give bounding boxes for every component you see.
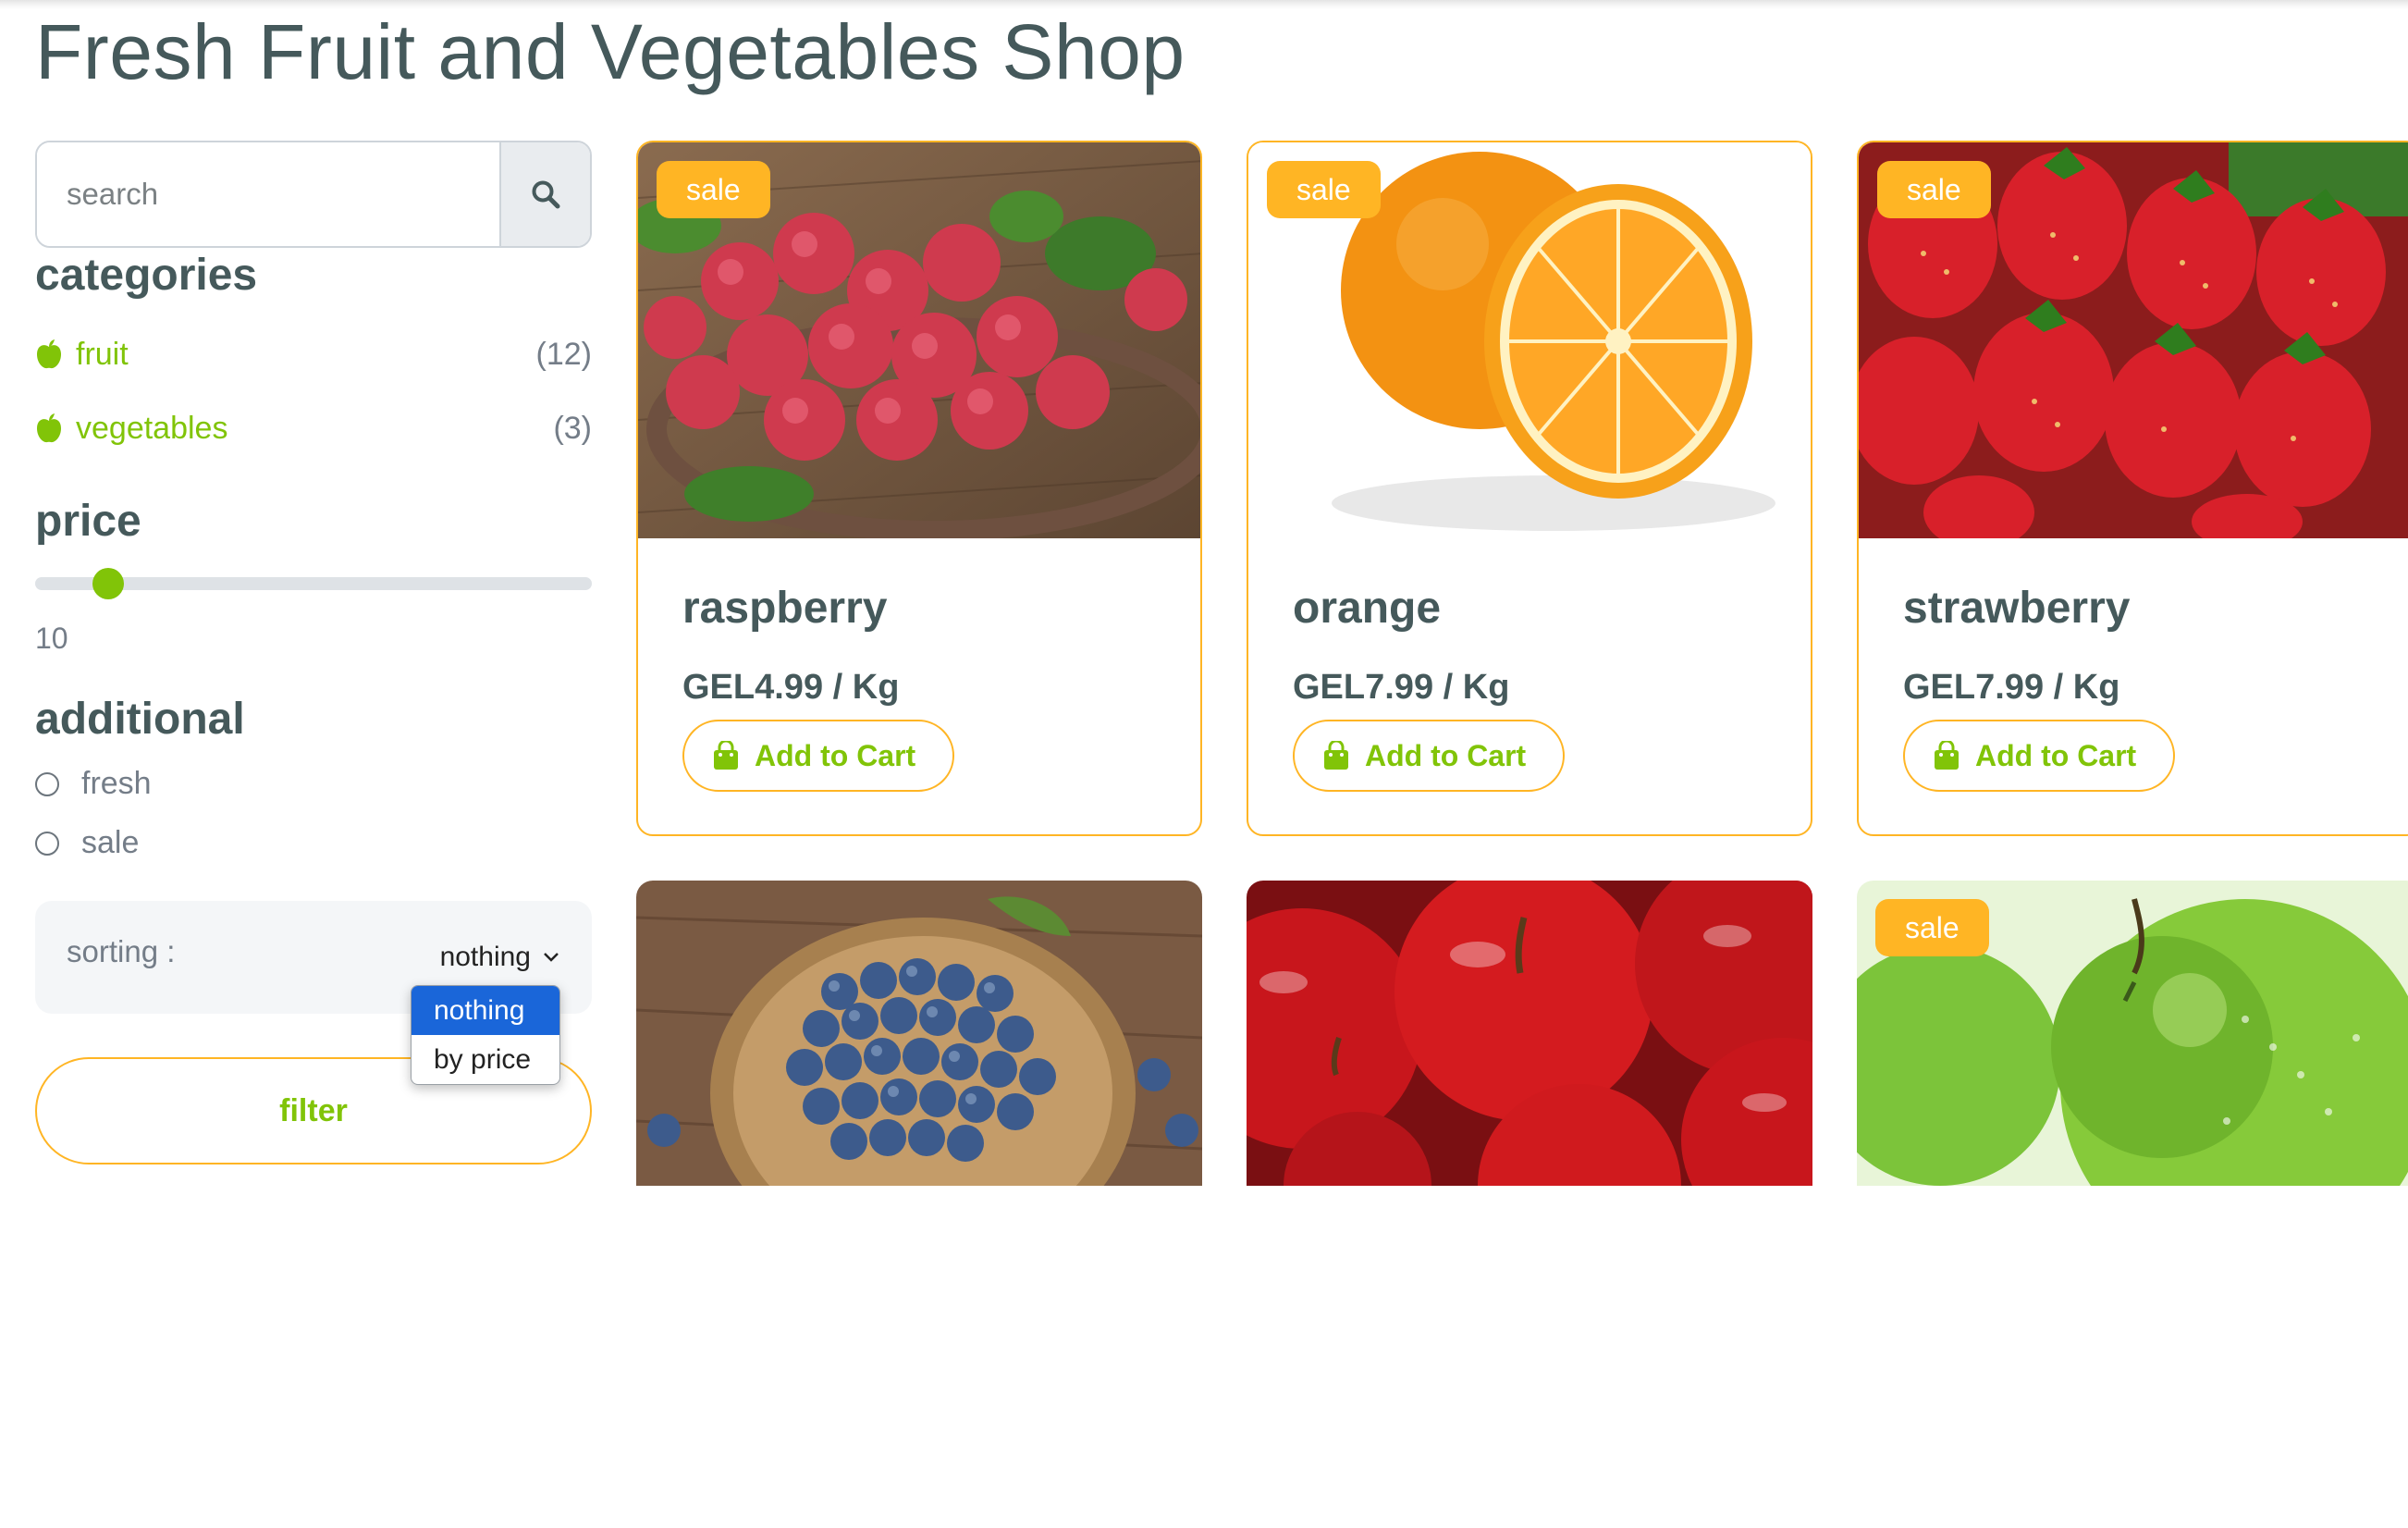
shopping-bag-icon (1935, 741, 1959, 770)
categories-heading: categories (35, 251, 258, 300)
search-box (35, 141, 592, 248)
add-to-cart-button[interactable]: Add to Cart (682, 720, 955, 792)
sorting-selected-value: nothing (439, 942, 531, 972)
product-price: GEL7.99 / Kg (1903, 668, 2120, 707)
add-to-cart-label: Add to Cart (1365, 738, 1527, 772)
product-name[interactable]: orange (1293, 583, 1441, 634)
search-input[interactable] (37, 142, 499, 246)
shopping-bag-icon (1324, 741, 1348, 770)
sorting-select[interactable]: nothing (440, 942, 560, 973)
additional-heading: additional (35, 695, 245, 744)
radio-label: fresh (81, 766, 152, 801)
sale-badge: sale (1267, 161, 1381, 218)
price-slider[interactable] (35, 568, 592, 599)
radio-sale[interactable]: sale (35, 825, 139, 861)
category-count: (12) (535, 336, 592, 372)
category-label: vegetables (76, 410, 228, 446)
product-card: sale (1857, 881, 2408, 1528)
product-image-red-apple[interactable] (1247, 881, 1812, 1528)
sale-badge: sale (657, 161, 770, 218)
add-to-cart-label: Add to Cart (755, 738, 916, 772)
product-card (636, 881, 1202, 1528)
product-card (1247, 881, 1812, 1528)
sale-badge: sale (1875, 899, 1989, 956)
product-card: sale orange GEL7.99 / Kg Add to Cart (1247, 141, 1812, 836)
radio-label: sale (81, 825, 140, 860)
sale-badge: sale (1877, 161, 1991, 218)
product-price: GEL7.99 / Kg (1293, 668, 1510, 707)
sorting-dropdown: nothing by price (411, 985, 560, 1085)
apple-icon (37, 339, 61, 369)
search-button[interactable] (499, 142, 590, 246)
add-to-cart-button[interactable]: Add to Cart (1293, 720, 1566, 792)
add-to-cart-label: Add to Cart (1975, 738, 2137, 772)
radio-fresh[interactable]: fresh (35, 766, 152, 802)
radio-circle[interactable] (35, 831, 59, 856)
search-icon (532, 180, 560, 209)
shopping-bag-icon (714, 741, 738, 770)
page-title: Fresh Fruit and Vegetables Shop (35, 8, 1186, 95)
sorting-label: sorting : (67, 934, 176, 968)
product-name[interactable]: strawberry (1903, 583, 2130, 634)
product-card: sale raspberry GEL4.99 / Kg Add to Cart (636, 141, 1202, 836)
category-item-vegetables[interactable]: vegetables (3) (35, 405, 592, 451)
red-apple-image (1247, 881, 1812, 1288)
product-image-blueberry[interactable] (636, 881, 1202, 1528)
category-item-fruit[interactable]: fruit (12) (35, 331, 592, 377)
price-value: 10 (35, 622, 68, 655)
blueberry-image (636, 881, 1202, 1269)
radio-circle[interactable] (35, 771, 59, 796)
apple-icon (37, 413, 61, 443)
add-to-cart-button[interactable]: Add to Cart (1903, 720, 2176, 792)
price-heading: price (35, 497, 141, 546)
price-slider-thumb[interactable] (92, 568, 124, 599)
category-count: (3) (553, 410, 592, 446)
product-price: GEL4.99 / Kg (682, 668, 900, 707)
category-label: fruit (76, 336, 129, 372)
product-card: sale strawberry GEL7.99 / Kg Add to Cart (1857, 141, 2408, 836)
sorting-option-nothing[interactable]: nothing (412, 986, 559, 1035)
sorting-option-by-price[interactable]: by price (412, 1035, 559, 1084)
chevron-down-icon (544, 953, 559, 962)
product-name[interactable]: raspberry (682, 583, 887, 634)
product-image-green-apple[interactable] (1857, 881, 2408, 1528)
